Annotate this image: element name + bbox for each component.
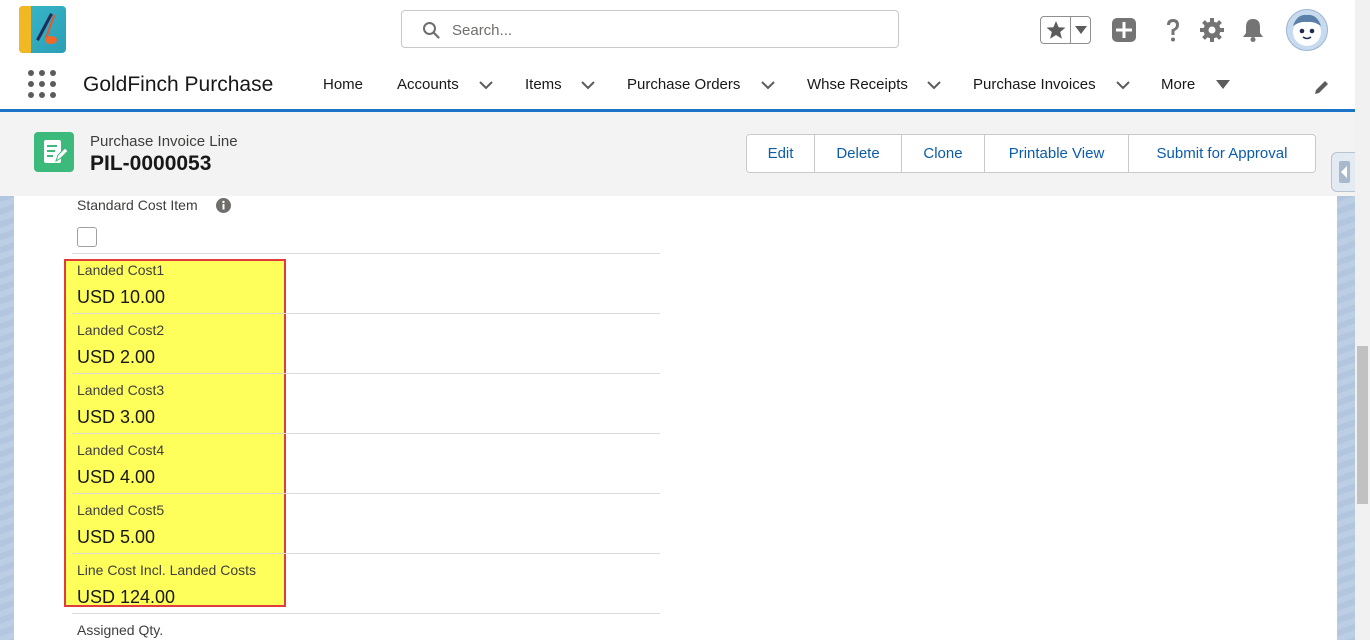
nav-tab-purchase-orders[interactable]: Purchase Orders: [627, 76, 740, 93]
favorites-star-icon[interactable]: [1045, 20, 1067, 40]
caret-down-icon[interactable]: [1216, 80, 1230, 89]
edit-nav-pencil-icon[interactable]: [1313, 78, 1331, 96]
field-label-standard-cost-item: Standard Cost Item: [77, 197, 198, 213]
field-label-landed-cost4: Landed Cost4: [77, 442, 165, 458]
nav-tab-home[interactable]: Home: [323, 76, 363, 93]
purchase-invoice-line-object-icon: [34, 132, 74, 172]
chevron-down-icon[interactable]: [1116, 81, 1130, 90]
nav-tab-more[interactable]: More: [1161, 76, 1195, 93]
clone-button[interactable]: Clone: [902, 135, 985, 172]
chevron-down-icon[interactable]: [581, 81, 595, 90]
app-logo[interactable]: [19, 6, 66, 53]
edit-button[interactable]: Edit: [747, 135, 815, 172]
field-label-landed-cost2: Landed Cost2: [77, 322, 165, 338]
record-name: PIL-0000053: [90, 152, 212, 175]
field-label-landed-cost3: Landed Cost3: [77, 382, 165, 398]
field-label-line-cost-incl-landed-costs: Line Cost Incl. Landed Costs: [77, 562, 256, 578]
field-value-landed-cost5: USD 5.00: [77, 527, 156, 547]
field-value-landed-cost1: USD 10.00: [77, 287, 166, 307]
global-header: [0, 0, 1355, 64]
nav-tab-whse-receipts[interactable]: Whse Receipts: [807, 76, 908, 93]
favorites-menu-caret-icon[interactable]: [1075, 26, 1087, 34]
field-divider: [72, 313, 660, 314]
field-value-landed-cost3: USD 3.00: [77, 407, 156, 427]
chevron-down-icon[interactable]: [479, 81, 493, 90]
notifications-bell-icon[interactable]: [1240, 17, 1266, 43]
field-divider: [72, 553, 660, 554]
nav-tab-purchase-invoices[interactable]: Purchase Invoices: [973, 76, 1096, 93]
astro-avatar-icon: [1293, 14, 1321, 46]
page-background: [1337, 196, 1355, 640]
field-value-landed-cost2: USD 2.00: [77, 347, 156, 367]
standard-cost-item-checkbox[interactable]: [77, 227, 97, 247]
global-actions-plus-icon[interactable]: [1111, 17, 1137, 43]
search-input[interactable]: [450, 18, 884, 42]
record-object-type: Purchase Invoice Line: [90, 133, 238, 150]
page-scrollbar-thumb[interactable]: [1357, 346, 1368, 504]
global-search-box[interactable]: [401, 10, 899, 48]
page-scrollbar[interactable]: [1355, 0, 1370, 640]
info-icon[interactable]: [216, 198, 231, 213]
submit-for-approval-button[interactable]: Submit for Approval: [1129, 135, 1315, 172]
field-value-line-cost-incl-landed-costs: USD 124.00: [77, 587, 176, 607]
nav-tab-items[interactable]: Items: [525, 76, 562, 93]
chevron-down-icon[interactable]: [927, 81, 941, 90]
field-divider: [72, 253, 660, 254]
field-value-landed-cost4: USD 4.00: [77, 467, 156, 487]
app-launcher-icon[interactable]: [28, 70, 56, 98]
printable-view-button[interactable]: Printable View: [985, 135, 1129, 172]
help-icon[interactable]: [1160, 17, 1186, 43]
field-label-assigned-qty: Assigned Qty.: [77, 622, 164, 638]
app-navigation-bar: GoldFinch Purchase Home Accounts Items P…: [0, 64, 1355, 112]
field-divider: [72, 373, 660, 374]
record-action-buttons: Edit Delete Clone Printable View Submit …: [746, 134, 1316, 173]
search-icon: [423, 22, 440, 39]
nav-tab-accounts[interactable]: Accounts: [397, 76, 459, 93]
user-avatar[interactable]: [1286, 9, 1328, 51]
app-name: GoldFinch Purchase: [83, 73, 274, 96]
collapse-left-icon: [1339, 161, 1350, 183]
record-header: Purchase Invoice Line PIL-0000053 Edit D…: [0, 112, 1355, 196]
field-label-landed-cost1: Landed Cost1: [77, 262, 165, 278]
delete-button[interactable]: Delete: [815, 135, 902, 172]
page-background: [0, 196, 14, 640]
utility-panel-toggle[interactable]: [1331, 152, 1355, 192]
field-label-landed-cost5: Landed Cost5: [77, 502, 165, 518]
field-divider: [72, 433, 660, 434]
field-divider: [72, 613, 660, 614]
chevron-down-icon[interactable]: [761, 81, 775, 90]
favorites-button-group[interactable]: [1040, 16, 1091, 44]
setup-gear-icon[interactable]: [1199, 17, 1225, 43]
field-divider: [72, 493, 660, 494]
